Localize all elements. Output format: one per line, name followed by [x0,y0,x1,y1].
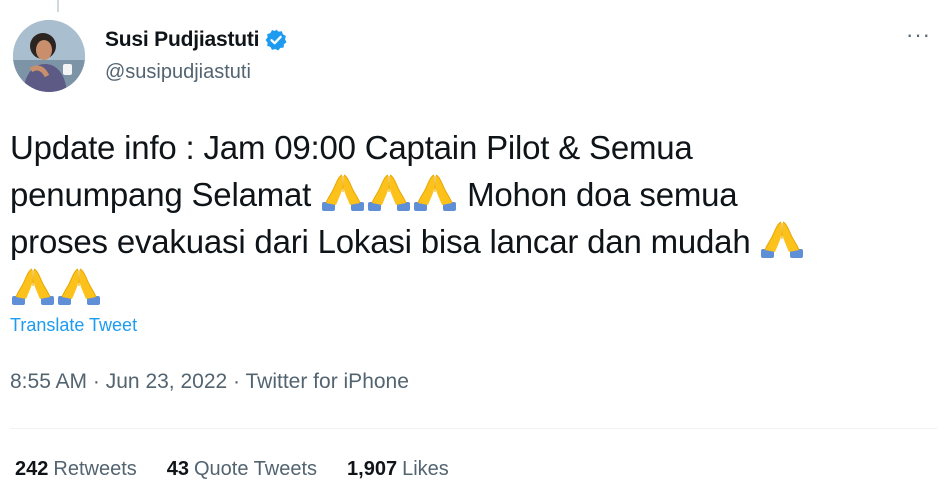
tweet-time[interactable]: 8:55 AM [10,370,87,393]
retweets-label: Retweets [53,458,137,480]
thread-connector [57,0,59,12]
meta-separator: · [92,370,100,393]
retweets-count: 242 [15,458,49,480]
meta-separator: · [233,370,241,393]
tweet-text: Update info : Jam 09:00 Captain Pilot & … [10,124,935,312]
tweet-text-line-4: proses evakuasi dari Lokasi bisa lancar … [10,223,751,260]
likes-count: 1,907 [347,458,398,480]
likes-label: Likes [402,458,449,480]
tweet-date[interactable]: Jun 23, 2022 [106,370,227,393]
avatar[interactable] [13,20,85,92]
folded-hands-emoji-icon [759,219,805,259]
folded-hands-emoji-icon [320,172,366,212]
quote-tweets-label: Quote Tweets [194,458,318,480]
folded-hands-emoji-icon [56,266,102,306]
quote-tweets-stat[interactable]: 43 Quote Tweets [167,458,317,481]
divider [10,428,937,429]
author-name-row: Susi Pudjiastuti [105,27,288,53]
tweet-text-line-2: penumpang Selamat [10,176,312,213]
author-handle[interactable]: @susipudjiastuti [105,61,288,84]
quote-tweets-count: 43 [166,458,189,480]
author-display-name[interactable]: Susi Pudjiastuti [105,28,260,52]
tweet-text-line-1: Update info : Jam 09:00 Captain Pilot & … [10,129,693,166]
folded-hands-emoji-icon [412,172,458,212]
tweet-text-line-3: Mohon doa semua [467,176,738,213]
tweet-source[interactable]: Twitter for iPhone [246,370,409,393]
more-options-icon[interactable]: ··· [906,22,931,48]
likes-stat[interactable]: 1,907 Likes [347,458,449,481]
folded-hands-emoji-icon [366,172,412,212]
verified-badge-icon [264,28,288,52]
engagement-stats: 242 Retweets 43 Quote Tweets 1,907 Likes [15,458,449,481]
avatar-image [13,20,85,92]
tweet-metadata: 8:55 AM · Jun 23, 2022 · Twitter for iPh… [10,370,409,394]
author-block: Susi Pudjiastuti @susipudjiastuti [105,27,288,84]
translate-tweet-link[interactable]: Translate Tweet [10,315,137,336]
folded-hands-emoji-icon [10,266,56,306]
retweets-stat[interactable]: 242 Retweets [15,458,137,481]
